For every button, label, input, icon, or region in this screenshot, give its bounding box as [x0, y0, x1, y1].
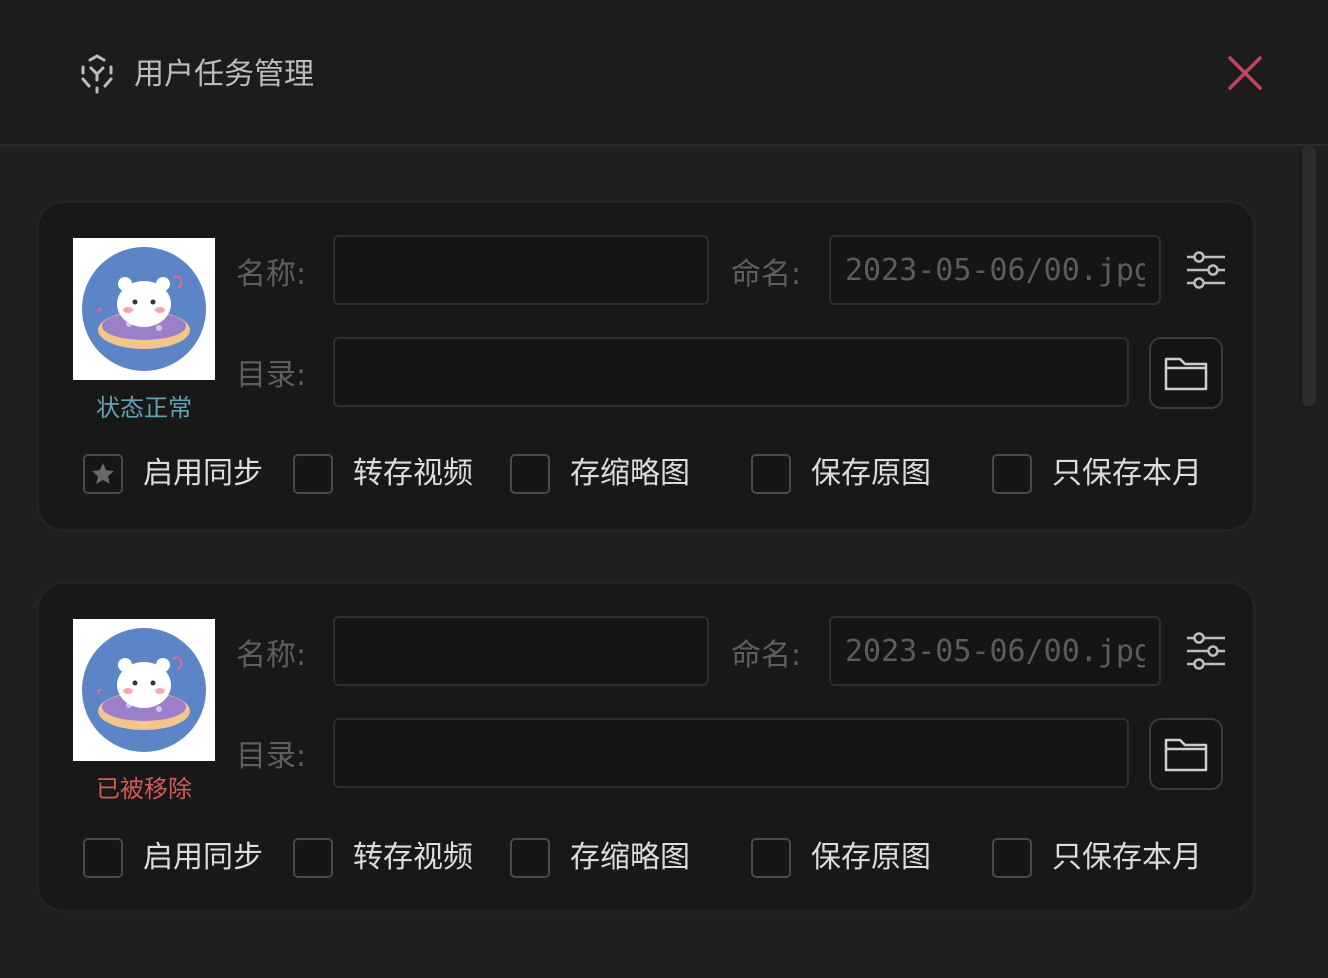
checkbox[interactable]	[293, 838, 333, 878]
option-label: 只保存本月	[1052, 840, 1202, 875]
option-current-month-only[interactable]: 只保存本月	[992, 454, 1202, 494]
scrollbar-thumb[interactable]	[1302, 146, 1316, 406]
option-label: 只保存本月	[1052, 456, 1202, 491]
directory-field[interactable]	[333, 337, 1129, 407]
name-field[interactable]	[333, 235, 709, 305]
naming-pattern-field[interactable]	[829, 235, 1161, 305]
naming-label: 命名:	[731, 257, 802, 292]
directory-label: 目录:	[236, 358, 307, 393]
ai-scan-icon	[81, 54, 113, 94]
name-label: 名称:	[236, 257, 307, 292]
option-current-month-only[interactable]: 只保存本月	[992, 838, 1202, 878]
checkbox[interactable]	[992, 454, 1032, 494]
directory-field[interactable]	[333, 718, 1129, 788]
option-transfer-video[interactable]: 转存视频	[293, 838, 473, 878]
status-label: 状态正常	[96, 394, 192, 422]
checkbox[interactable]	[510, 454, 550, 494]
sliders-icon[interactable]	[1183, 247, 1229, 293]
naming-pattern-field[interactable]	[829, 616, 1161, 686]
option-label: 转存视频	[353, 840, 473, 875]
task-card: 状态正常 名称: 命名: 目录: 启用同步 转存视频 存缩略图 保存原图	[36, 200, 1256, 532]
checkbox[interactable]	[83, 838, 123, 878]
option-label: 存缩略图	[570, 456, 690, 491]
option-transfer-video[interactable]: 转存视频	[293, 454, 473, 494]
checkbox[interactable]	[751, 454, 791, 494]
avatar-image	[82, 628, 206, 752]
option-save-original[interactable]: 保存原图	[751, 454, 931, 494]
option-label: 保存原图	[811, 456, 931, 491]
option-save-original[interactable]: 保存原图	[751, 838, 931, 878]
avatar	[73, 238, 215, 380]
browse-folder-button[interactable]	[1149, 718, 1223, 790]
browse-folder-button[interactable]	[1149, 337, 1223, 409]
option-save-thumbnail[interactable]: 存缩略图	[510, 454, 690, 494]
status-label: 已被移除	[96, 775, 192, 803]
option-label: 保存原图	[811, 840, 931, 875]
naming-label: 命名:	[731, 638, 802, 673]
option-label: 存缩略图	[570, 840, 690, 875]
option-label: 启用同步	[143, 840, 263, 875]
folder-icon	[1164, 738, 1208, 772]
checkbox[interactable]	[510, 838, 550, 878]
checkbox[interactable]	[83, 454, 123, 494]
folder-icon	[1164, 357, 1208, 391]
name-label: 名称:	[236, 638, 307, 673]
avatar	[73, 619, 215, 761]
checkbox[interactable]	[992, 838, 1032, 878]
title-bar: 用户任务管理	[0, 0, 1328, 146]
option-label: 转存视频	[353, 456, 473, 491]
checkbox[interactable]	[751, 838, 791, 878]
option-label: 启用同步	[143, 456, 263, 491]
name-field[interactable]	[333, 616, 709, 686]
option-enable-sync[interactable]: 启用同步	[83, 838, 263, 878]
close-icon[interactable]	[1222, 50, 1268, 96]
star-icon	[92, 463, 114, 484]
avatar-image	[82, 247, 206, 371]
option-save-thumbnail[interactable]: 存缩略图	[510, 838, 690, 878]
task-card: 已被移除 名称: 命名: 目录: 启用同步 转存视频 存缩略图 保存原图 只保存…	[36, 581, 1256, 913]
window-title: 用户任务管理	[134, 57, 314, 92]
option-enable-sync[interactable]: 启用同步	[83, 454, 263, 494]
directory-label: 目录:	[236, 739, 307, 774]
sliders-icon[interactable]	[1183, 628, 1229, 674]
checkbox[interactable]	[293, 454, 333, 494]
